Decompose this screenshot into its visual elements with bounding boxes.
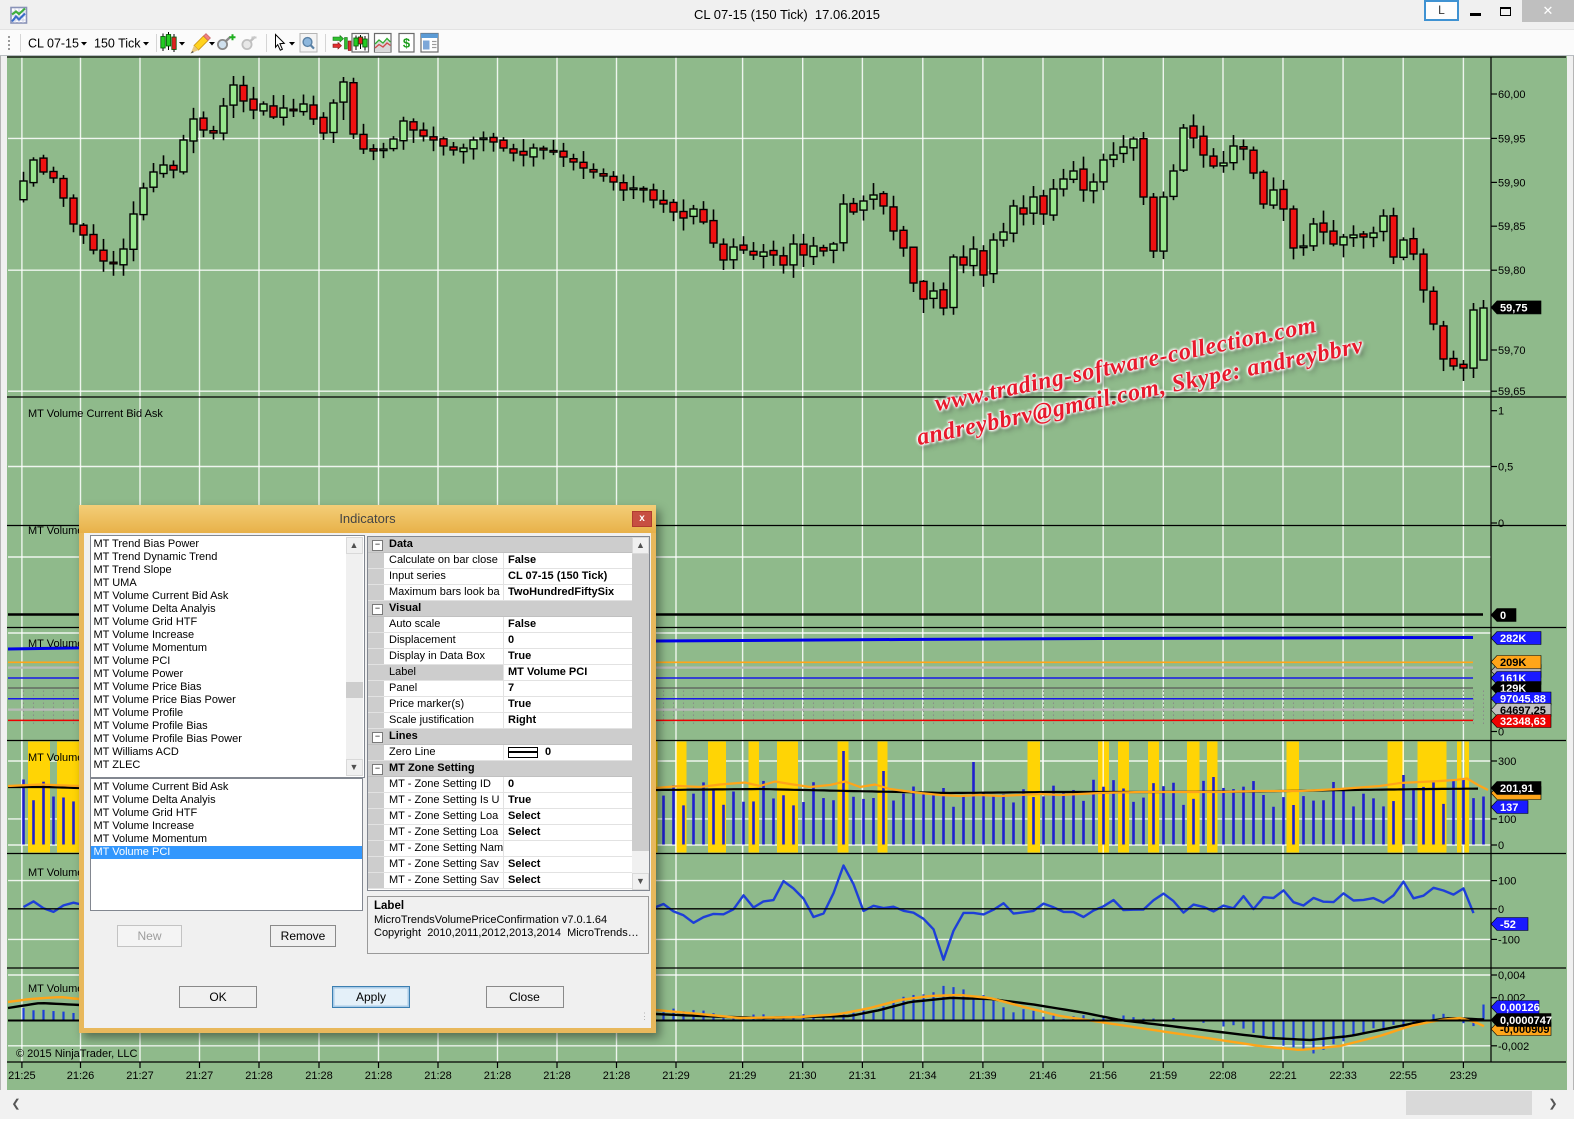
- svg-text:300: 300: [1498, 756, 1516, 768]
- svg-text:209K: 209K: [1500, 657, 1526, 669]
- svg-text:59,70: 59,70: [1498, 345, 1526, 357]
- svg-text:59,80: 59,80: [1498, 265, 1526, 277]
- svg-text:137: 137: [1500, 802, 1518, 814]
- svg-text:MT Volume Current Bid Ask: MT Volume Current Bid Ask: [28, 408, 163, 420]
- svg-text:201,91: 201,91: [1500, 783, 1534, 795]
- svg-text:0: 0: [1498, 727, 1504, 739]
- svg-text:100: 100: [1498, 876, 1516, 888]
- svg-text:100: 100: [1498, 814, 1516, 826]
- svg-text:0: 0: [1498, 840, 1504, 852]
- svg-text:21:46: 21:46: [1029, 1070, 1057, 1082]
- svg-text:21:34: 21:34: [909, 1070, 937, 1082]
- svg-text:21:27: 21:27: [126, 1070, 154, 1082]
- svg-text:-0,002: -0,002: [1498, 1041, 1529, 1053]
- svg-text:0,5: 0,5: [1498, 462, 1513, 474]
- svg-text:0,00126: 0,00126: [1500, 1002, 1540, 1014]
- svg-text:22:33: 22:33: [1329, 1070, 1357, 1082]
- svg-text:22:21: 22:21: [1269, 1070, 1297, 1082]
- svg-text:21:26: 21:26: [67, 1070, 95, 1082]
- svg-text:22:08: 22:08: [1209, 1070, 1237, 1082]
- svg-text:CL 07-15: CL 07-15: [28, 37, 79, 51]
- svg-text:21:29: 21:29: [662, 1070, 690, 1082]
- svg-text:21:28: 21:28: [305, 1070, 333, 1082]
- svg-text:21:59: 21:59: [1150, 1070, 1178, 1082]
- svg-text:59,75: 59,75: [1500, 302, 1528, 314]
- svg-text:21:27: 21:27: [186, 1070, 214, 1082]
- svg-text:60,00: 60,00: [1498, 89, 1526, 101]
- svg-text:21:28: 21:28: [484, 1070, 512, 1082]
- svg-text:21:28: 21:28: [365, 1070, 393, 1082]
- svg-text:-100: -100: [1498, 934, 1520, 946]
- svg-text:21:25: 21:25: [8, 1070, 36, 1082]
- svg-text:59,85: 59,85: [1498, 221, 1526, 233]
- svg-text:1: 1: [1498, 406, 1504, 418]
- svg-text:21:28: 21:28: [245, 1070, 273, 1082]
- svg-text:0: 0: [1498, 518, 1504, 530]
- svg-text:21:56: 21:56: [1089, 1070, 1117, 1082]
- svg-text:22:55: 22:55: [1389, 1070, 1417, 1082]
- svg-text:-52: -52: [1500, 919, 1516, 931]
- svg-text:21:28: 21:28: [424, 1070, 452, 1082]
- svg-text:23:29: 23:29: [1450, 1070, 1478, 1082]
- svg-text:21:28: 21:28: [543, 1070, 571, 1082]
- svg-text:$: $: [403, 36, 411, 51]
- svg-text:59,90: 59,90: [1498, 177, 1526, 189]
- svg-text:© 2015 NinjaTrader, LLC: © 2015 NinjaTrader, LLC: [16, 1048, 137, 1060]
- svg-text:0,004: 0,004: [1498, 970, 1526, 982]
- svg-text:21:39: 21:39: [969, 1070, 997, 1082]
- svg-text:59,95: 59,95: [1498, 133, 1526, 145]
- svg-text:21:31: 21:31: [849, 1070, 877, 1082]
- svg-text:32348,63: 32348,63: [1500, 716, 1546, 728]
- svg-text:21:28: 21:28: [603, 1070, 631, 1082]
- svg-text:21:29: 21:29: [729, 1070, 757, 1082]
- svg-text:0,0000747: 0,0000747: [1500, 1015, 1552, 1027]
- svg-text:59,65: 59,65: [1498, 386, 1526, 398]
- svg-text:21:30: 21:30: [789, 1070, 817, 1082]
- svg-text:0: 0: [1500, 610, 1506, 622]
- svg-text:0: 0: [1498, 904, 1504, 916]
- svg-text:282K: 282K: [1500, 633, 1526, 645]
- svg-text:150 Tick: 150 Tick: [94, 37, 141, 51]
